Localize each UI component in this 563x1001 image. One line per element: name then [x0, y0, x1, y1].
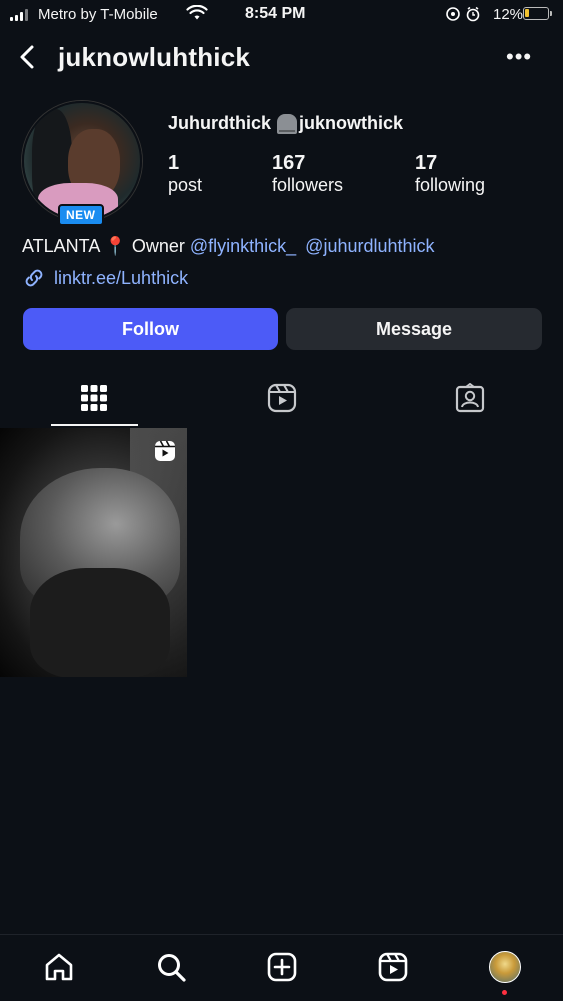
- profile-link[interactable]: linktr.ee/Luhthick: [22, 266, 188, 290]
- stat-value: 1: [168, 152, 180, 174]
- wifi-icon: [186, 4, 208, 25]
- tagged-icon: [455, 383, 485, 413]
- profile-full-name-row: Juhurdthick juknowthick: [168, 113, 403, 134]
- create-icon: [267, 952, 297, 982]
- stat-posts[interactable]: 1 post: [168, 152, 202, 196]
- message-button[interactable]: Message: [286, 308, 542, 350]
- nav-home[interactable]: [42, 950, 76, 984]
- back-button[interactable]: [14, 42, 42, 72]
- reels-icon: [378, 952, 408, 982]
- nav-reels[interactable]: [376, 950, 410, 984]
- bio-mention-flyinkthick[interactable]: @flyinkthick_: [190, 236, 296, 256]
- bio-location: ATLANTA: [22, 236, 100, 256]
- link-icon: [25, 269, 43, 287]
- reel-badge-icon: [154, 440, 176, 462]
- new-badge: NEW: [58, 204, 104, 226]
- threads-handle[interactable]: juknowthick: [299, 113, 403, 134]
- stat-followers[interactable]: 167 followers: [272, 152, 343, 196]
- grid-icon: [81, 385, 107, 411]
- follow-button[interactable]: Follow: [23, 308, 278, 350]
- grid-post-reel[interactable]: [0, 428, 187, 677]
- notification-dot: [502, 990, 507, 995]
- battery-icon: [523, 7, 552, 20]
- stat-label: following: [415, 175, 486, 195]
- pin-icon: 📍: [104, 236, 127, 256]
- stat-following[interactable]: 17 following: [415, 152, 485, 196]
- home-icon: [45, 953, 73, 981]
- battery-percent: 12%: [493, 6, 524, 23]
- link-text: linktr.ee/Luhthick: [54, 267, 189, 288]
- profile-bio: ATLANTA 📍 Owner @flyinkthick_ @juhurdluh…: [22, 236, 435, 257]
- carrier-name: Metro by T-Mobile: [38, 6, 158, 23]
- stat-value: 17: [415, 152, 438, 174]
- tab-grid[interactable]: [74, 380, 114, 416]
- reels-icon: [267, 383, 297, 413]
- threads-icon[interactable]: [277, 113, 298, 134]
- status-bar: Metro by T-Mobile 8:54 PM 12%: [0, 0, 563, 30]
- tab-reels[interactable]: [262, 380, 302, 416]
- chevron-left-icon: [20, 45, 34, 69]
- profile-username: juknowluhthick: [58, 42, 251, 72]
- stat-value: 167: [272, 152, 306, 174]
- bio-mention-juhurdluhthick[interactable]: @juhurdluhthick: [305, 236, 434, 256]
- stat-label: post: [168, 175, 203, 195]
- stat-label: followers: [272, 175, 344, 195]
- search-icon: [158, 954, 186, 982]
- bio-role: Owner: [131, 236, 185, 256]
- full-name: Juhurdthick: [168, 113, 272, 133]
- active-tab-indicator: [51, 424, 138, 426]
- more-options-button[interactable]: •••: [506, 44, 532, 70]
- nav-create[interactable]: [265, 950, 299, 984]
- profile-avatar[interactable]: [22, 101, 142, 221]
- alarm-icons: [445, 6, 485, 25]
- status-time: 8:54 PM: [245, 5, 306, 22]
- more-horizontal-icon: •••: [506, 44, 533, 69]
- signal-icon: [10, 9, 28, 21]
- nav-search[interactable]: [154, 950, 188, 984]
- tab-tagged[interactable]: [450, 380, 490, 416]
- nav-profile-avatar[interactable]: [489, 951, 521, 983]
